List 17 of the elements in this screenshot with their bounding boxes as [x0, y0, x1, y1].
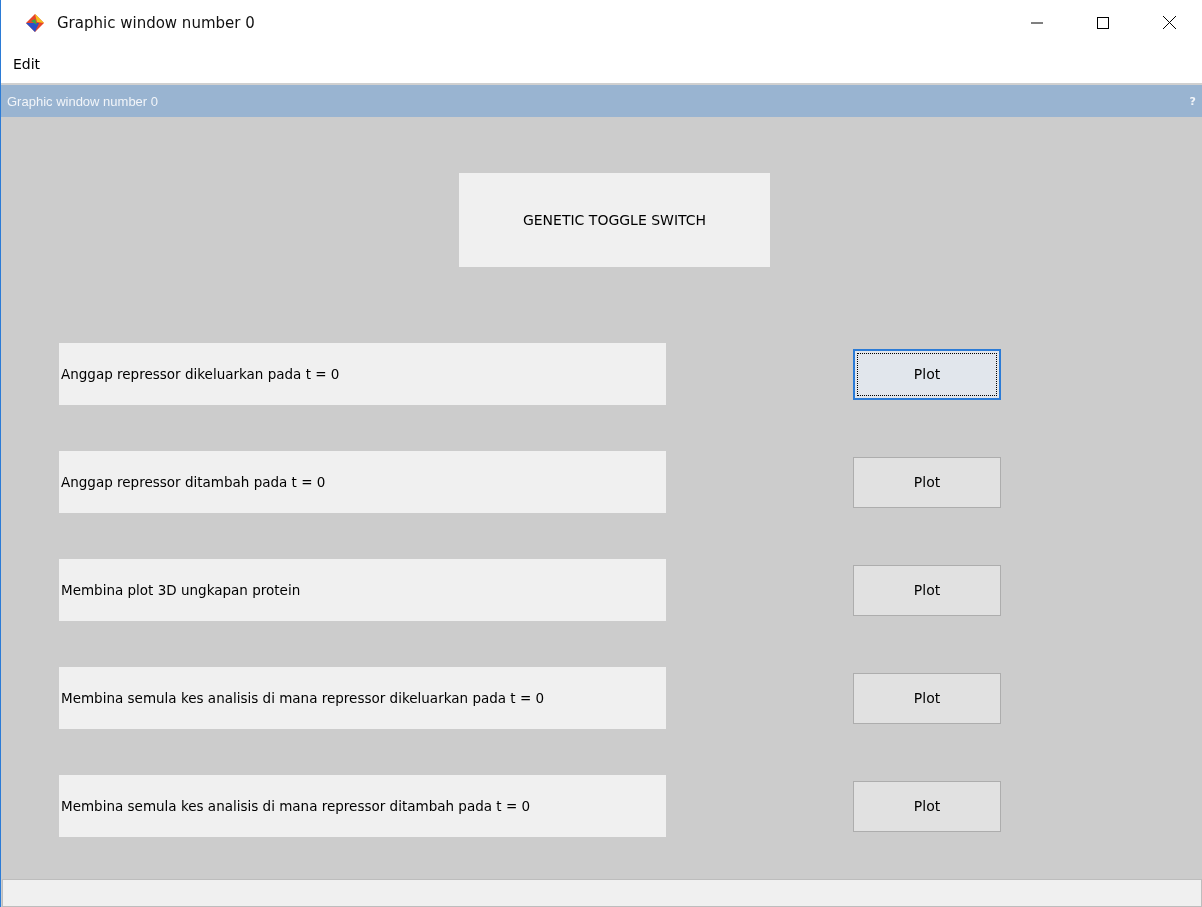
maximize-icon — [1097, 16, 1109, 29]
description-label: Membina plot 3D ungkapan protein — [59, 559, 666, 621]
menu-item[interactable]: Edit — [9, 56, 45, 72]
plot-button[interactable]: Plot — [853, 672, 1001, 724]
description-label: Anggap repressor ditambah pada t = 0 — [59, 451, 666, 513]
close-icon — [1162, 16, 1176, 29]
description-label: Anggap repressor dikeluarkan pada t = 0 — [59, 343, 666, 405]
plot-button[interactable]: Plot — [853, 348, 1001, 400]
heading-label: GENETIC TOGGLE SWITCH — [459, 173, 770, 267]
window-title: Graphic window number 0 — [57, 13, 256, 32]
app-logo-icon — [25, 12, 45, 33]
plot-button[interactable]: Plot — [853, 780, 1001, 832]
plot-button[interactable]: Plot — [853, 564, 1001, 616]
description-label: Membina semula kes analisis di mana repressor ditambah pada t = 0 — [59, 775, 666, 837]
description-label: Membina semula kes analisis di mana repressor dikeluarkan pada t = 0 — [59, 667, 666, 729]
plot-button[interactable]: Plot — [853, 456, 1001, 508]
panel-title: Graphic window number 0 — [7, 93, 159, 109]
